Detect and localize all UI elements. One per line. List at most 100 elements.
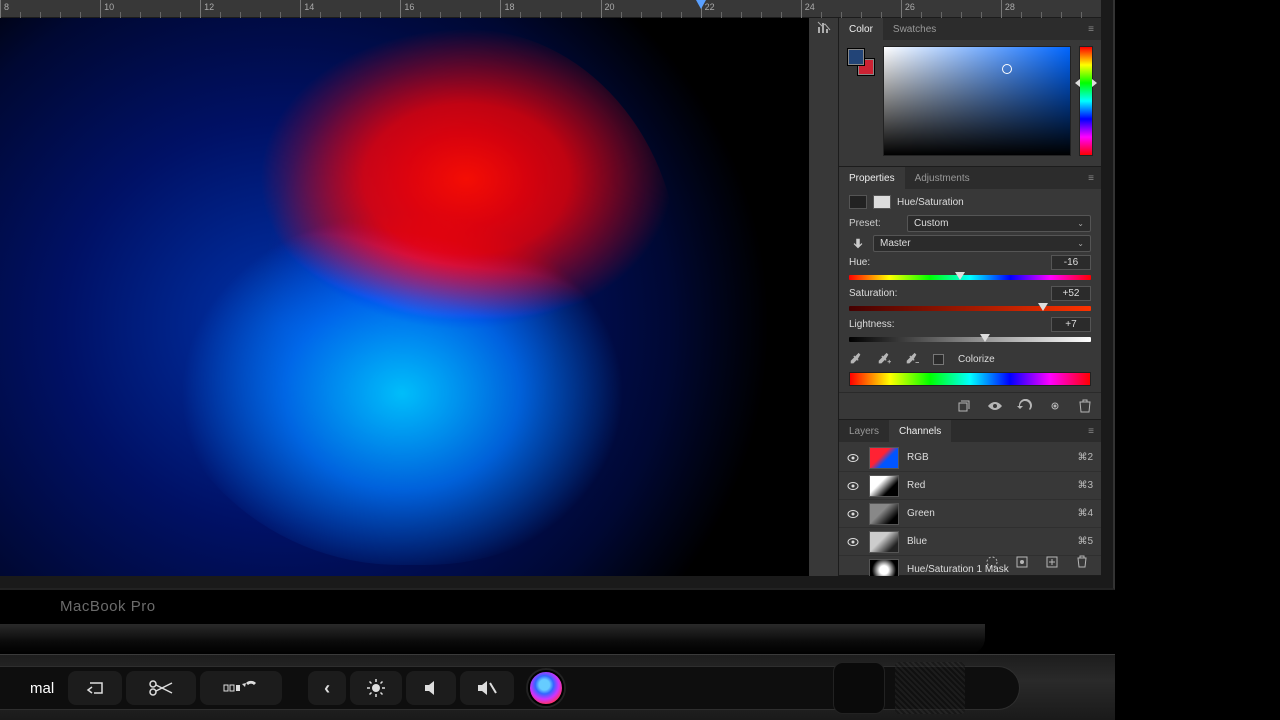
eyedropper-add-icon[interactable] bbox=[877, 352, 891, 366]
visibility-eye-icon[interactable] bbox=[847, 480, 861, 492]
lightness-value[interactable]: +7 bbox=[1051, 317, 1091, 332]
hue-slider-handle[interactable] bbox=[1075, 79, 1080, 87]
hue-value[interactable]: -16 bbox=[1051, 255, 1091, 270]
panel-menu-icon[interactable]: ≡ bbox=[1081, 18, 1101, 40]
touchbar-transform-button[interactable] bbox=[68, 671, 122, 705]
tab-channels[interactable]: Channels bbox=[889, 420, 951, 442]
document-canvas[interactable] bbox=[0, 18, 809, 576]
color-range-select[interactable]: Master ⌄ bbox=[873, 235, 1091, 252]
touchbar-volume-button[interactable] bbox=[406, 671, 456, 705]
hue-slider[interactable] bbox=[1079, 46, 1093, 156]
adjustment-type-icon bbox=[849, 195, 867, 209]
touchbar-cut-button[interactable] bbox=[126, 671, 196, 705]
saturation-slider-thumb[interactable] bbox=[1038, 303, 1048, 311]
channel-name: Blue bbox=[907, 536, 1069, 547]
ruler-tick: 10 bbox=[100, 0, 101, 18]
lightness-slider-thumb[interactable] bbox=[980, 334, 990, 342]
channel-thumbnail bbox=[869, 475, 899, 497]
channel-thumbnail bbox=[869, 503, 899, 525]
fg-bg-swatches[interactable] bbox=[847, 48, 875, 76]
visibility-eye-icon[interactable] bbox=[847, 508, 861, 520]
view-previous-icon[interactable] bbox=[987, 399, 1003, 413]
load-selection-icon[interactable] bbox=[985, 555, 999, 569]
touchbar-brightness-button[interactable] bbox=[350, 671, 402, 705]
channel-shortcut: ⌘3 bbox=[1077, 480, 1093, 491]
channel-name: Green bbox=[907, 508, 1069, 519]
panel-menu-icon[interactable]: ≡ bbox=[1081, 420, 1101, 442]
collapsed-panel-dock[interactable] bbox=[809, 18, 839, 576]
touchbar-siri-button[interactable] bbox=[528, 670, 564, 706]
tab-layers[interactable]: Layers bbox=[839, 420, 889, 442]
ruler-tick: 14 bbox=[300, 0, 301, 18]
preset-select[interactable]: Custom ⌄ bbox=[907, 215, 1091, 232]
clip-to-layer-icon[interactable] bbox=[957, 399, 973, 413]
adjustment-title: Hue/Saturation bbox=[897, 197, 964, 208]
ruler-playhead[interactable] bbox=[696, 0, 706, 9]
ruler-tick: 26 bbox=[901, 0, 902, 18]
properties-panel: Properties Adjustments ≡ Hue/Saturation bbox=[839, 167, 1101, 420]
color-ramp[interactable] bbox=[849, 372, 1091, 386]
laptop-base: MacBook Pro mal ‹ bbox=[0, 590, 1115, 720]
layer-mask-icon bbox=[873, 195, 891, 209]
laptop-model-label: MacBook Pro bbox=[60, 598, 156, 615]
histogram-icon[interactable] bbox=[816, 20, 832, 36]
preset-label: Preset: bbox=[849, 218, 901, 229]
channel-row[interactable]: Green⌘4 bbox=[839, 500, 1101, 528]
touchbar-back-button[interactable]: ‹ bbox=[308, 671, 346, 705]
color-field-cursor bbox=[1002, 64, 1012, 74]
tab-color[interactable]: Color bbox=[839, 18, 883, 40]
ruler-tick: 8 bbox=[0, 0, 1, 18]
ruler-tick: 24 bbox=[801, 0, 802, 18]
colorize-checkbox[interactable] bbox=[933, 354, 944, 365]
touchbar-undo-button[interactable] bbox=[200, 671, 282, 705]
portrait-artwork bbox=[146, 29, 680, 565]
touch-id-sensor[interactable] bbox=[833, 662, 885, 714]
saturation-slider[interactable] bbox=[849, 303, 1091, 313]
channel-name: RGB bbox=[907, 452, 1069, 463]
tab-properties[interactable]: Properties bbox=[839, 167, 905, 189]
canvas-image bbox=[0, 18, 809, 576]
saturation-label: Saturation: bbox=[849, 288, 897, 299]
photoshop-screen: 81012141618202224262830 bbox=[0, 0, 1101, 576]
channel-name: Red bbox=[907, 480, 1069, 491]
trash-icon[interactable] bbox=[1077, 399, 1093, 413]
ruler-tick: 18 bbox=[500, 0, 501, 18]
ruler-tick: 20 bbox=[601, 0, 602, 18]
delete-channel-icon[interactable] bbox=[1075, 555, 1089, 569]
panel-menu-icon[interactable]: ≡ bbox=[1081, 167, 1101, 189]
eyedropper-subtract-icon[interactable] bbox=[905, 352, 919, 366]
ruler-tick: 28 bbox=[1001, 0, 1002, 18]
colorize-label: Colorize bbox=[958, 354, 995, 365]
channel-row[interactable]: Red ⌘3 bbox=[839, 472, 1101, 500]
tab-adjustments[interactable]: Adjustments bbox=[905, 167, 980, 189]
horizontal-ruler[interactable]: 81012141618202224262830 bbox=[0, 0, 1101, 18]
touchbar-mode-label[interactable]: mal bbox=[14, 671, 64, 705]
ruler-tick: 12 bbox=[200, 0, 201, 18]
color-panel: Color Swatches ≡ bbox=[839, 18, 1101, 167]
eyedropper-icon[interactable] bbox=[849, 352, 863, 366]
saturation-value[interactable]: +52 bbox=[1051, 286, 1091, 301]
channel-row[interactable]: RGB ⌘2 bbox=[839, 444, 1101, 472]
lightness-slider[interactable] bbox=[849, 334, 1091, 344]
hue-slider[interactable] bbox=[849, 272, 1091, 282]
visibility-eye-icon[interactable] bbox=[847, 536, 861, 548]
new-channel-icon[interactable] bbox=[1045, 555, 1059, 569]
save-selection-icon[interactable] bbox=[1015, 555, 1029, 569]
color-range-value: Master bbox=[880, 238, 911, 249]
preset-value: Custom bbox=[914, 218, 948, 229]
visibility-eye-icon[interactable] bbox=[847, 452, 861, 464]
ruler-tick: 16 bbox=[400, 0, 401, 18]
hue-label: Hue: bbox=[849, 257, 870, 268]
visibility-toggle-icon[interactable] bbox=[1047, 399, 1063, 413]
laptop-hinge bbox=[0, 624, 985, 654]
lightness-label: Lightness: bbox=[849, 319, 895, 330]
channel-shortcut: ⌘2 bbox=[1077, 452, 1093, 463]
color-field[interactable] bbox=[883, 46, 1071, 156]
touchbar-mute-button[interactable] bbox=[460, 671, 514, 705]
tab-swatches[interactable]: Swatches bbox=[883, 18, 946, 40]
right-panel-stack: Color Swatches ≡ bbox=[839, 18, 1101, 576]
foreground-color-swatch[interactable] bbox=[847, 48, 865, 66]
targeted-adjust-icon[interactable] bbox=[849, 237, 867, 251]
reset-icon[interactable] bbox=[1017, 399, 1033, 413]
hue-slider-thumb[interactable] bbox=[955, 272, 965, 280]
